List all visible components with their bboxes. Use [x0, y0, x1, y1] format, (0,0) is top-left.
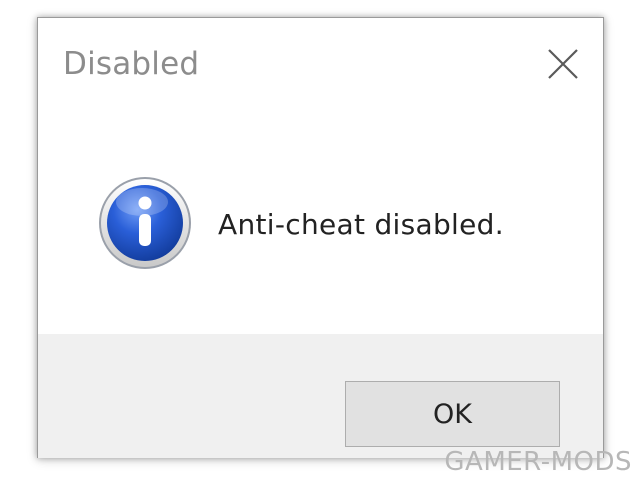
dialog-content: Anti-cheat disabled.	[38, 110, 603, 334]
close-icon	[548, 49, 578, 79]
ok-button[interactable]: OK	[345, 381, 560, 447]
info-icon	[98, 176, 192, 270]
close-button[interactable]	[545, 46, 581, 82]
dialog-footer: OK	[38, 334, 603, 458]
title-bar: Disabled	[38, 18, 603, 110]
dialog-title: Disabled	[63, 46, 200, 82]
watermark-text: GAMER-MODS	[444, 447, 632, 477]
message-box-dialog: Disabled Anti-cheat disabled. OK	[37, 17, 604, 458]
dialog-message: Anti-cheat disabled.	[218, 208, 504, 241]
